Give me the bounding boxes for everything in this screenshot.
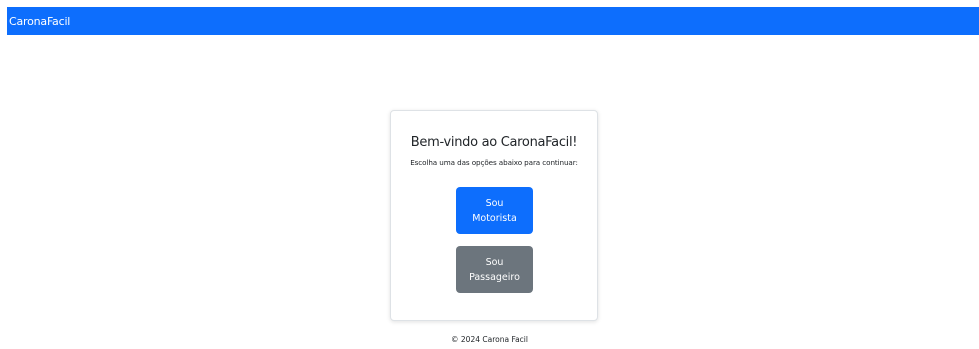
navbar: CaronaFacil [7, 7, 979, 35]
passenger-button[interactable]: Sou Passageiro [456, 246, 533, 293]
driver-button[interactable]: Sou Motorista [456, 187, 533, 234]
footer-copyright: © 2024 Carona Facil [451, 335, 528, 344]
welcome-title: Bem-vindo ao CaronaFacil! [410, 135, 578, 150]
welcome-card: Bem-vindo ao CaronaFacil! Escolha uma da… [390, 110, 598, 321]
navbar-brand-link[interactable]: CaronaFacil [7, 15, 70, 28]
welcome-subtitle: Escolha uma das opções abaixo para conti… [410, 158, 578, 167]
footer: © 2024 Carona Facil [0, 335, 979, 344]
